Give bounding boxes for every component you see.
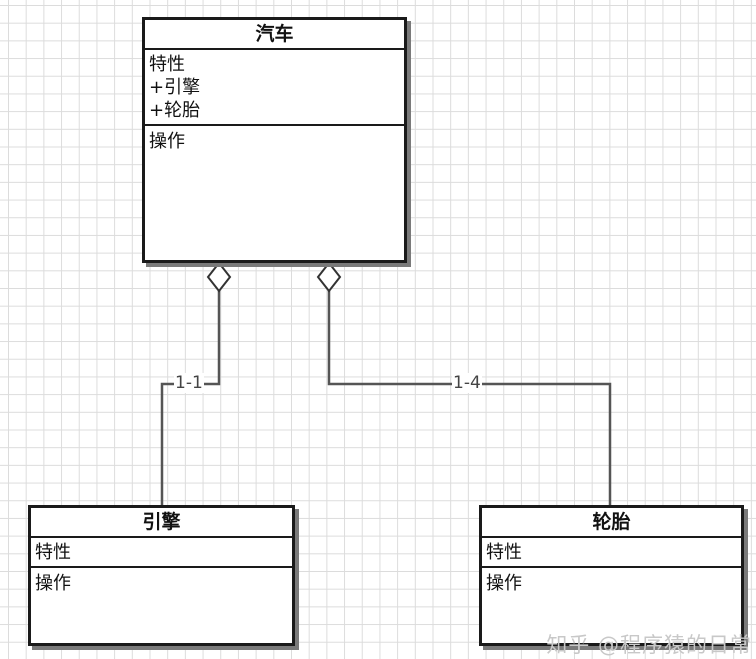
attribute-item: +轮胎 [149,100,201,121]
multiplicity-label-engine: 1-1 [174,373,204,393]
class-name: 引擎 [31,508,292,538]
watermark: 知乎 @程序猿的日常 [546,633,752,657]
multiplicity-label-tire: 1-4 [452,373,482,393]
attribute-item: +引擎 [149,77,201,98]
attributes-header: 特性 [35,542,71,563]
class-box-engine[interactable]: 引擎 特性 操作 [28,505,295,646]
aggregation-diamond-tire [316,261,342,293]
operations-header: 操作 [35,573,71,594]
attributes-section: 特性 [31,538,292,568]
attributes-section: 特性 [482,538,741,568]
operations-header: 操作 [149,131,185,152]
attributes-header: 特性 [486,542,522,563]
connector-car-tire[interactable] [327,291,612,506]
attributes-section: 特性 +引擎 +轮胎 [145,50,404,126]
operations-section: 操作 [145,126,404,157]
diagram-canvas: 1-1 1-4 汽车 特性 +引擎 +轮胎 操作 引擎 特性 操作 轮胎 特性 … [0,0,756,657]
operations-header: 操作 [486,573,522,594]
operations-section: 操作 [31,568,292,599]
operations-section: 操作 [482,568,741,599]
attributes-header: 特性 [149,54,185,75]
class-box-tire[interactable]: 轮胎 特性 操作 [479,505,744,646]
class-name: 轮胎 [482,508,741,538]
connector-car-engine[interactable] [160,291,221,506]
aggregation-diamond-engine [206,261,232,293]
class-box-car[interactable]: 汽车 特性 +引擎 +轮胎 操作 [142,17,407,263]
class-name: 汽车 [145,20,404,50]
